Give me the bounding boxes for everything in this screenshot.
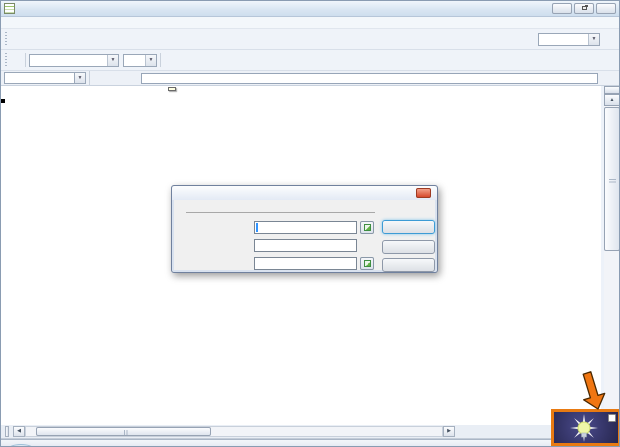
target-cell-value: [256, 223, 258, 232]
find-combo[interactable]: ▼: [538, 32, 600, 46]
toolbar-grip[interactable]: [5, 32, 7, 46]
target-value-input[interactable]: [254, 239, 357, 252]
horizontal-scrollbar-thumb[interactable]: [36, 426, 211, 436]
agent-hide-icon[interactable]: [608, 414, 616, 422]
toolbar-grip[interactable]: [5, 53, 7, 67]
restore-button[interactable]: [574, 3, 594, 14]
ok-button[interactable]: [382, 220, 435, 234]
lightbulb-icon: [570, 414, 598, 442]
styles-icon[interactable]: [9, 53, 22, 68]
target-cell-input[interactable]: [254, 221, 357, 234]
restore-icon: [581, 6, 587, 10]
find-dropdown-icon[interactable]: ▼: [588, 33, 599, 45]
close-button[interactable]: [596, 3, 616, 14]
font-name-combo[interactable]: ▼: [29, 53, 119, 67]
standard-toolbar: ▼: [1, 29, 619, 50]
help-agent-window[interactable]: [551, 409, 619, 446]
variable-cell-shrink-button[interactable]: [360, 257, 374, 270]
shrink-icon: [363, 224, 371, 231]
font-size-combo[interactable]: ▼: [123, 53, 157, 67]
default-settings-group: [182, 212, 375, 213]
toolbar-overflow-icon[interactable]: [609, 32, 617, 47]
formula-bar: ▼: [1, 71, 619, 86]
help-button[interactable]: [382, 258, 435, 272]
formatting-toolbar: ▼ ▼: [1, 50, 619, 71]
application-window: ▼ ▼ ▼ ▼ ▲ ◀ ▶: [0, 0, 620, 447]
name-box[interactable]: [4, 72, 74, 84]
dialog-close-button[interactable]: [416, 188, 431, 198]
font-name-dropdown-icon[interactable]: ▼: [107, 54, 118, 66]
minimize-button[interactable]: [552, 3, 572, 14]
font-size-dropdown-icon[interactable]: ▼: [145, 54, 156, 66]
shrink-icon: [363, 260, 371, 267]
selected-cell-cursor: [1, 99, 5, 103]
goal-seek-dialog: [171, 185, 438, 273]
sum-icon[interactable]: [107, 72, 121, 84]
sheet-tab-bar: ◀ ▶: [1, 425, 619, 439]
status-ellipse: [7, 443, 35, 446]
tab-splitter[interactable]: [5, 425, 9, 437]
cancel-button[interactable]: [382, 240, 435, 254]
function-wizard-icon[interactable]: [93, 72, 107, 84]
scroll-right-icon[interactable]: ▶: [443, 425, 455, 437]
dialog-title-bar[interactable]: [172, 186, 437, 200]
vertical-scrollbar-thumb[interactable]: [604, 107, 619, 251]
menu-bar: [1, 17, 619, 29]
app-icon: [4, 3, 15, 14]
scroll-left-icon[interactable]: ◀: [13, 425, 25, 437]
status-bar: [1, 438, 619, 446]
scroll-up-icon[interactable]: ▲: [604, 94, 619, 106]
variable-cell-input[interactable]: [254, 257, 357, 270]
formula-input-line[interactable]: [141, 72, 598, 84]
annotation-arrow: [582, 371, 606, 410]
horizontal-scrollbar[interactable]: [25, 425, 443, 437]
target-cell-shrink-button[interactable]: [360, 221, 374, 234]
split-box[interactable]: [604, 86, 619, 94]
function-icon[interactable]: [121, 72, 135, 84]
name-box-dropdown-icon[interactable]: ▼: [74, 72, 86, 84]
input-line-tooltip: [168, 87, 176, 91]
title-bar[interactable]: [1, 1, 619, 17]
